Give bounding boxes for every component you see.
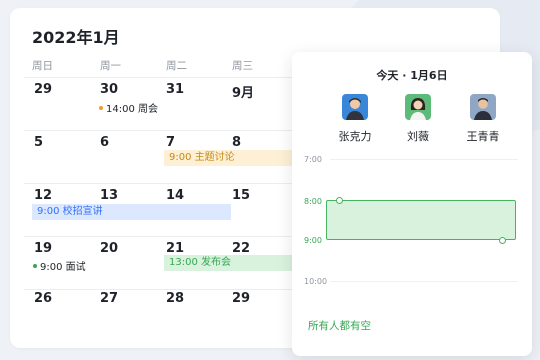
weekday-wed: 周三 [232,60,253,72]
day-cell[interactable]: 19 [34,241,52,256]
time-gridline [330,159,518,160]
time-gridline [330,281,518,282]
day-cell[interactable]: 31 [166,82,184,97]
avatar-zhang[interactable] [342,94,368,120]
day-cell[interactable]: 13 [100,188,118,203]
day-cell[interactable]: 15 [232,188,250,203]
weekday-mon: 周一 [100,60,121,72]
day-cell[interactable]: 29 [232,291,250,306]
event-label: 9:00 面试 [40,262,86,273]
event-interview[interactable]: 9:00 面试 [33,258,86,273]
member-name: 刘薇 [407,130,429,143]
time-label: 7:00 [304,155,322,164]
drag-handle-bottom[interactable] [499,237,506,244]
time-label: 9:00 [304,236,322,245]
event-campus-talk[interactable]: 9:00 校招宣讲 [32,204,231,220]
day-cell[interactable]: 22 [232,241,250,256]
member-name: 张克力 [338,130,372,143]
weekday-sun: 周日 [32,60,53,72]
day-cell[interactable]: 20 [100,241,118,256]
day-cell[interactable]: 8 [232,135,241,150]
day-cell[interactable]: 12 [34,188,52,203]
panel-title: 今天 · 1月6日 [376,69,448,82]
time-label: 8:00 [304,197,322,206]
event-weekly-meeting[interactable]: 14:00 周会 [99,100,158,115]
free-time-block[interactable] [326,200,516,240]
event-release[interactable]: 13:00 发布会 [164,255,304,271]
day-cell[interactable]: 14 [166,188,184,203]
availability-panel: 今天 · 1月6日 张克力 刘薇 王青青 7:00 8:00 9:00 10:0… [292,52,532,356]
day-cell[interactable]: 7 [166,135,175,150]
day-cell[interactable]: 26 [34,291,52,306]
day-cell[interactable]: 30 [100,82,118,97]
day-cell[interactable]: 29 [34,82,52,97]
weekday-tue: 周二 [166,60,187,72]
day-cell[interactable]: 6 [100,135,109,150]
event-topic-discussion[interactable]: 9:00 主题讨论 [164,150,304,166]
green-dot [33,263,37,268]
calendar-title: 2022年1月 [32,28,120,47]
day-cell[interactable]: 5 [34,135,43,150]
day-cell[interactable]: 9月 [232,82,254,101]
drag-handle-top[interactable] [336,197,343,204]
day-cell[interactable]: 27 [100,291,118,306]
avatar-liu[interactable] [405,94,431,120]
orange-dot [99,105,103,110]
event-label: 14:00 周会 [106,104,158,115]
avatar-wang[interactable] [470,94,496,120]
day-cell[interactable]: 21 [166,241,184,256]
time-label: 10:00 [304,277,328,286]
availability-status: 所有人都有空 [308,320,371,332]
member-name: 王青青 [466,130,500,143]
day-cell[interactable]: 28 [166,291,184,306]
